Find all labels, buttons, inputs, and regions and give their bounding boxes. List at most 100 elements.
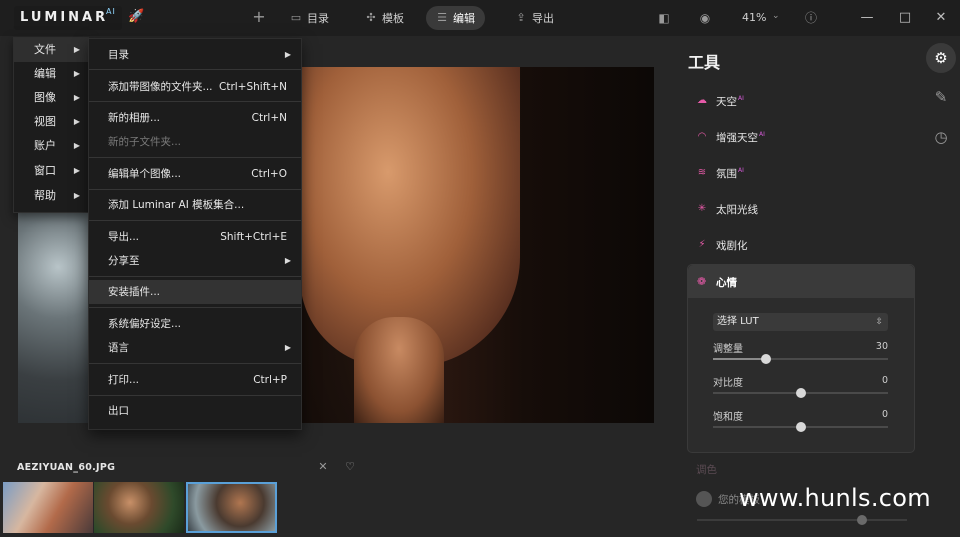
close-icon[interactable]: ✕ [316, 460, 330, 474]
mood-tool-header[interactable]: ❁ 心情 [688, 265, 914, 298]
submenu-item-edit-single[interactable]: 编辑单个图像... Ctrl+O [89, 162, 301, 186]
tab-catalog[interactable]: ▭ 目录 [280, 6, 339, 30]
menu-divider [89, 363, 301, 364]
ai-badge: AI [738, 95, 744, 102]
menu-divider [89, 69, 301, 70]
minimize-button[interactable]: — [858, 9, 876, 27]
tool-label: 增强天空 [716, 131, 758, 144]
menu-divider [89, 395, 301, 396]
file-submenu: 目录 ▶ 添加带图像的文件夹... Ctrl+Shift+N 新的相册... C… [88, 38, 302, 430]
ai-badge: AI [759, 131, 765, 138]
menu-divider [89, 101, 301, 102]
tool-label: 天空 [716, 95, 737, 108]
submenu-item-print[interactable]: 打印... Ctrl+P [89, 368, 301, 392]
export-icon: ⇪ [516, 11, 526, 24]
tab-templates-label: 模板 [382, 12, 404, 25]
mood-label: 心情 [716, 277, 737, 289]
ai-badge: AI [738, 167, 744, 174]
submenu-item-new-album[interactable]: 新的相册... Ctrl+N [89, 106, 301, 130]
lut-select[interactable]: 选择 LUT ⇳ [713, 313, 888, 331]
chevron-down-icon[interactable]: ⌄ [772, 11, 780, 21]
slider-contrast-label: 对比度 [713, 378, 743, 389]
menu-item-label: 账户 [34, 139, 56, 152]
compare-icon[interactable]: ◧ [656, 10, 672, 26]
shortcut-label: Ctrl+Shift+N [219, 81, 287, 93]
submenu-item-catalog[interactable]: 目录 ▶ [89, 43, 301, 67]
slider-amount-value: 30 [875, 341, 888, 352]
submenu-item-label: 打印... [108, 374, 140, 386]
submenu-item-label: 新的相册... [108, 112, 161, 124]
chevron-right-icon: ▶ [73, 191, 80, 200]
submenu-item-label: 语言 [108, 342, 129, 354]
submenu-item-export[interactable]: 导出... Shift+Ctrl+E [89, 225, 301, 249]
templates-toggle[interactable] [696, 491, 712, 507]
chevron-right-icon: ▶ [284, 343, 291, 352]
brush-icon[interactable]: ✎ [926, 82, 956, 112]
menu-item-view[interactable]: 视图 ▶ [14, 110, 90, 134]
menu-item-file[interactable]: 文件 ▶ [14, 38, 90, 62]
submenu-item-label: 分享至 [108, 255, 140, 267]
chevron-right-icon: ▶ [73, 117, 80, 126]
tool-augmented-sky[interactable]: ◠ 增强天空AI [696, 127, 765, 147]
tool-color-faded[interactable]: 调色 [696, 462, 717, 477]
heart-icon[interactable]: ♡ [343, 460, 357, 474]
tool-sunrays[interactable]: ✳ 太阳光线 [696, 199, 758, 219]
filmstrip-thumbnail[interactable] [94, 482, 184, 533]
submenu-item-install-plugins[interactable]: 安装插件... [89, 280, 301, 304]
submenu-item-add-folder[interactable]: 添加带图像的文件夹... Ctrl+Shift+N [89, 75, 301, 99]
close-window-button[interactable]: ✕ [932, 9, 950, 27]
rocket-icon[interactable]: 🚀 [128, 9, 144, 25]
slider-contrast-value: 0 [881, 375, 888, 386]
menu-item-label: 图像 [34, 91, 56, 104]
main-menu: 文件 ▶ 编辑 ▶ 图像 ▶ 视图 ▶ 账户 ▶ 窗口 ▶ 帮助 ▶ [13, 37, 90, 213]
submenu-item-label: 导出... [108, 231, 140, 243]
submenu-item-quit[interactable]: 出口 [89, 399, 301, 423]
menu-item-window[interactable]: 窗口 ▶ [14, 159, 90, 183]
chevron-right-icon: ▶ [73, 69, 80, 78]
watermark-text: www.hunls.com [739, 484, 931, 512]
submenu-item-preferences[interactable]: 系统偏好设定... [89, 312, 301, 336]
menu-item-label: 编辑 [34, 67, 56, 80]
tool-dramatic[interactable]: ⚡ 戏剧化 [696, 235, 748, 255]
tool-sky[interactable]: ☁ 天空AI [696, 91, 744, 111]
eye-icon[interactable]: ◉ [697, 10, 713, 26]
slider-saturation-label: 饱和度 [713, 412, 743, 423]
folder-icon: ▭ [290, 11, 302, 24]
maximize-button[interactable]: □ [896, 9, 914, 27]
tab-templates[interactable]: ✣ 模板 [355, 6, 414, 30]
luminar-logo[interactable]: LUMINAR AI [14, 6, 122, 30]
plus-icon[interactable]: + [252, 9, 266, 25]
tab-export[interactable]: ⇪ 导出 [505, 6, 564, 30]
slider-saturation-knob[interactable] [795, 422, 806, 432]
slider-contrast-knob[interactable] [795, 388, 806, 398]
sun-icon: ✳ [697, 203, 707, 214]
shortcut-label: Ctrl+N [251, 112, 287, 124]
tool-label: 氛围 [716, 167, 737, 180]
menu-item-account[interactable]: 账户 ▶ [14, 134, 90, 158]
submenu-item-add-templates[interactable]: 添加 Luminar AI 模板集合... [89, 193, 301, 217]
tab-catalog-label: 目录 [307, 12, 329, 25]
mood-icon: ❁ [697, 275, 707, 288]
slider-amount-track[interactable] [713, 358, 888, 360]
filmstrip-thumbnail[interactable] [3, 482, 93, 533]
tool-atmosphere[interactable]: ≋ 氛围AI [696, 163, 744, 183]
bottom-slider-track[interactable] [697, 519, 907, 521]
submenu-item-label: 新的子文件夹... [108, 136, 182, 148]
menu-item-help[interactable]: 帮助 ▶ [14, 184, 90, 208]
menu-item-image[interactable]: 图像 ▶ [14, 86, 90, 110]
current-filename: AEZIYUAN_60.JPG [17, 462, 116, 473]
submenu-item-share[interactable]: 分享至 ▶ [89, 249, 301, 273]
filmstrip-thumbnail-selected[interactable] [186, 482, 277, 533]
menu-item-edit[interactable]: 编辑 ▶ [14, 62, 90, 86]
tab-edit[interactable]: ☰ 编辑 [426, 6, 485, 30]
bottom-slider-knob[interactable] [857, 515, 867, 525]
submenu-item-language[interactable]: 语言 ▶ [89, 336, 301, 360]
tab-edit-label: 编辑 [453, 12, 475, 25]
slider-amount-knob[interactable] [760, 354, 771, 364]
help-icon[interactable]: ⓘ [803, 10, 819, 26]
submenu-item-label: 出口 [108, 405, 129, 417]
zoom-level[interactable]: 41% [742, 11, 766, 24]
history-icon[interactable]: ◷ [926, 122, 956, 152]
tool-label: 戏剧化 [716, 239, 748, 252]
sliders-icon[interactable]: ⚙ [926, 43, 956, 73]
